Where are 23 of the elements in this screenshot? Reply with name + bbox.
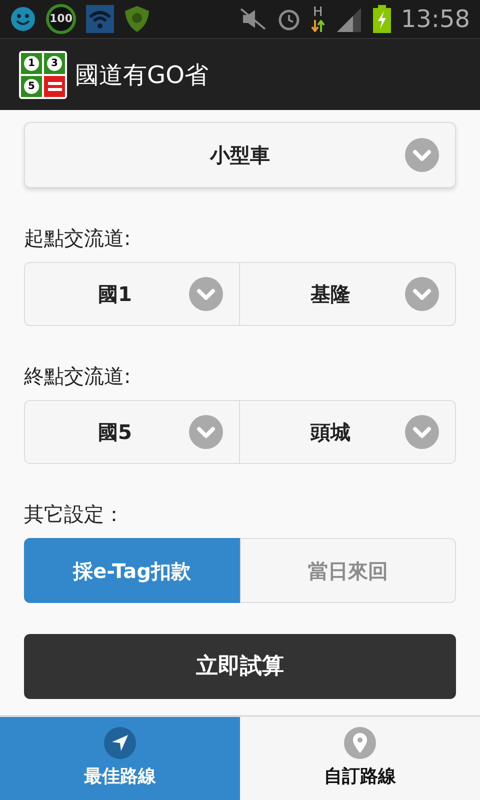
logo-tile: 5	[21, 76, 42, 96]
field-label: 其它設定：	[24, 501, 125, 528]
logo-tile: 1	[21, 52, 42, 74]
calculate-button[interactable]: 立即試算	[24, 634, 456, 699]
app-title: 國道有GO省	[75, 60, 208, 90]
battery-charging-icon	[372, 5, 391, 33]
mute-icon	[238, 8, 267, 30]
wifi-icon	[86, 5, 114, 33]
signal-icon	[334, 6, 363, 32]
clock-time: 13:58	[400, 4, 470, 35]
location-pin-icon	[344, 727, 376, 759]
nav-tab[interactable]: 最佳路線	[0, 717, 240, 800]
alarm-icon	[276, 7, 301, 31]
field-label: 終點交流道:	[24, 363, 132, 390]
smiley-icon	[10, 6, 36, 32]
field-label: 起點交流道:	[24, 225, 132, 252]
network-type-indicator: H	[310, 6, 325, 32]
option-toggle[interactable]: 採e-Tag扣款	[24, 538, 240, 603]
shield-icon	[124, 5, 150, 33]
battery-saver-badge: 100	[46, 4, 76, 34]
logo-tile: 3	[44, 52, 65, 74]
vehicle-select[interactable]: 小型車	[24, 122, 456, 188]
chevron-down-icon	[405, 138, 439, 172]
